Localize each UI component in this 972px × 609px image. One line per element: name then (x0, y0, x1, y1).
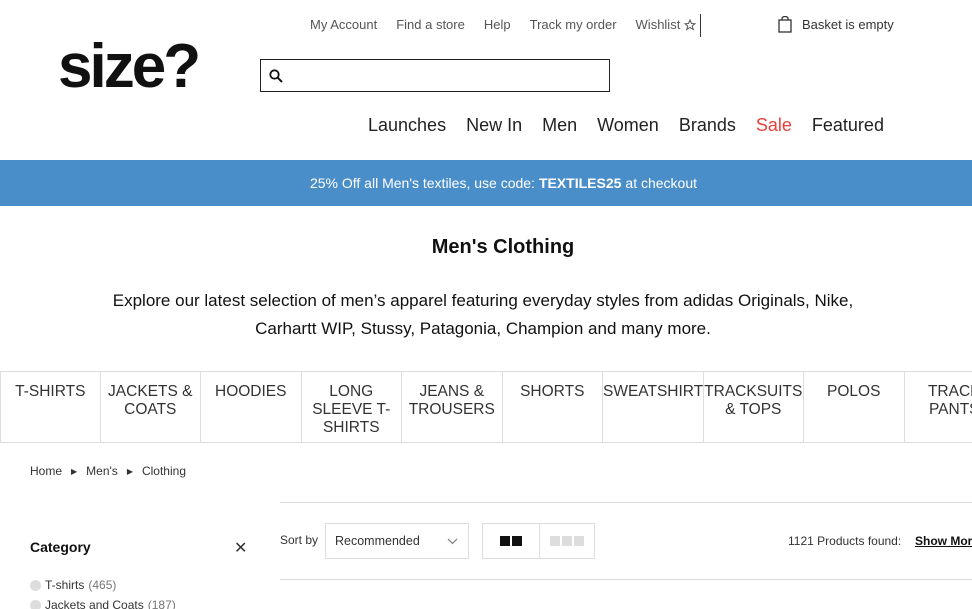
help-link[interactable]: Help (484, 17, 511, 32)
filter-heading: Category (30, 539, 91, 555)
sort-label: Sort by (280, 533, 319, 547)
category-tile-jeans-trousers[interactable]: Jeans & Trousers (402, 372, 503, 443)
category-carousel: T-Shirts Jackets & Coats Hoodies Long Sl… (0, 371, 972, 443)
basket-link[interactable]: Basket is empty (778, 16, 894, 33)
three-column-view-button[interactable] (538, 524, 595, 558)
breadcrumb-mens[interactable]: Men's (86, 464, 118, 478)
toolbar-divider-bottom (280, 579, 972, 580)
filter-option-t-shirts[interactable]: T-shirts (465) (30, 575, 176, 595)
star-icon (684, 18, 697, 31)
category-tile-tracksuits[interactable]: Tracksuits & Tops (704, 372, 804, 443)
show-more-link[interactable]: Show More (915, 534, 972, 548)
shopping-bag-icon (778, 16, 792, 33)
nav-new-in[interactable]: New In (466, 115, 522, 136)
wishlist-link[interactable]: Wishlist (636, 17, 697, 32)
grid-3-icon-cell (561, 536, 572, 546)
basket-label: Basket is empty (802, 17, 894, 32)
find-store-link[interactable]: Find a store (396, 17, 465, 32)
main-nav: Launches New In Men Women Brands Sale Fe… (368, 115, 904, 136)
grid-2-icon-cell (511, 536, 522, 546)
toolbar-divider-top (280, 502, 972, 503)
filter-option-label: T-shirts (45, 578, 85, 592)
page-intro: Explore our latest selection of men’s ap… (112, 291, 854, 338)
radio-icon (30, 579, 41, 591)
breadcrumb-clothing: Clothing (141, 464, 186, 478)
promo-text: 25% Off all Men's textiles, use code: (309, 175, 535, 191)
search-box (260, 59, 610, 92)
promo-code: TEXTILES25 (538, 175, 622, 191)
category-tile-hoodies[interactable]: Hoodies (201, 372, 302, 443)
wishlist-label: Wishlist (635, 17, 681, 32)
products-count: 1121 Products found: (788, 534, 902, 548)
search-icon[interactable] (269, 68, 283, 83)
category-tile-jackets-coats[interactable]: Jackets & Coats (101, 372, 201, 443)
filter-option-count: (187) (147, 598, 176, 609)
category-tile-track-pants[interactable]: Track Pants (905, 372, 972, 443)
utility-nav: My Account Find a store Help Track my or… (310, 17, 715, 32)
grid-view-toggle (482, 523, 595, 559)
track-order-link[interactable]: Track my order (530, 17, 617, 32)
breadcrumb-home[interactable]: Home (30, 464, 62, 478)
header-divider (700, 14, 701, 37)
promo-banner[interactable]: 25% Off all Men's textiles, use code: TE… (0, 160, 972, 206)
caret-right-icon: ▶ (126, 466, 133, 476)
site-logo[interactable]: size? (58, 36, 201, 98)
caret-right-icon: ▶ (71, 466, 78, 476)
grid-3-icon-cell (573, 536, 584, 546)
grid-3-icon (549, 536, 560, 546)
filter-option-jackets-coats[interactable]: Jackets and Coats (187) (30, 595, 176, 609)
close-icon[interactable]: ✕ (234, 538, 247, 558)
promo-suffix: at checkout (625, 175, 698, 191)
nav-featured[interactable]: Featured (812, 115, 884, 136)
nav-launches[interactable]: Launches (368, 115, 446, 136)
sort-dropdown[interactable]: Recommended (325, 523, 469, 559)
page-title: Men's Clothing (431, 236, 575, 258)
category-tile-sweatshirts[interactable]: Sweatshirts (603, 372, 704, 443)
sort-value: Recommended (335, 534, 420, 548)
nav-sale[interactable]: Sale (756, 115, 792, 136)
nav-men[interactable]: Men (542, 115, 577, 136)
category-tile-long-sleeve[interactable]: Long Sleeve T-Shirts (302, 372, 402, 443)
my-account-link[interactable]: My Account (310, 17, 377, 32)
search-input[interactable] (289, 61, 609, 90)
two-column-view-button[interactable] (483, 524, 539, 558)
nav-women[interactable]: Women (597, 115, 659, 136)
nav-brands[interactable]: Brands (679, 115, 736, 136)
grid-2-icon (499, 536, 510, 546)
chevron-down-icon (447, 538, 458, 544)
category-filter-list: T-shirts (465) Jackets and Coats (187) (30, 575, 176, 609)
category-tile-t-shirts[interactable]: T-Shirts (0, 372, 101, 443)
radio-icon (30, 599, 41, 609)
filter-option-count: (465) (88, 578, 117, 592)
category-tile-shorts[interactable]: Shorts (503, 372, 603, 443)
breadcrumb: Home ▶ Men's ▶ Clothing (30, 464, 186, 478)
filter-option-label: Jackets and Coats (45, 598, 144, 609)
category-tile-polos[interactable]: Polos (804, 372, 905, 443)
